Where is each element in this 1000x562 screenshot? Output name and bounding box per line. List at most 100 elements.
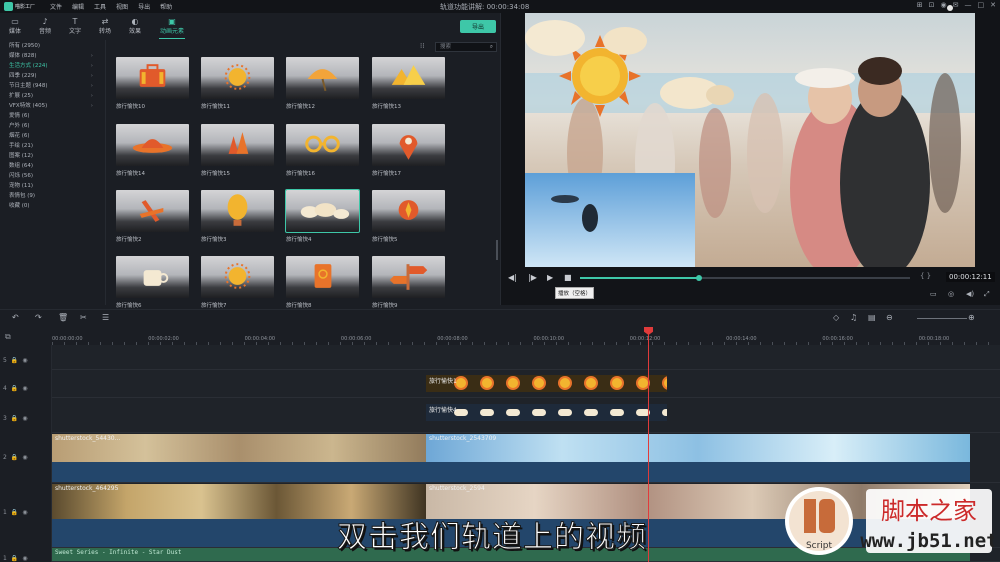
cart-icon[interactable]: ⊞ (917, 1, 923, 9)
mail-icon[interactable]: ✉ (953, 1, 959, 9)
chevron-right-icon[interactable]: › (91, 91, 93, 101)
zoom-in-icon[interactable]: ⊕ (968, 313, 975, 322)
cut-icon[interactable]: ✂ (80, 313, 87, 322)
lock-icon[interactable]: 🔒 (11, 385, 18, 392)
element-thumbnail[interactable] (286, 256, 359, 298)
chevron-right-icon[interactable]: › (91, 51, 93, 61)
track-header[interactable]: 4 🔒 ◉ (3, 385, 28, 392)
element-thumbnail[interactable] (201, 190, 274, 232)
eye-icon[interactable]: ◉ (22, 385, 27, 392)
preview-progress-bar[interactable] (580, 275, 910, 281)
pip-video[interactable] (525, 173, 695, 267)
timeline-ruler[interactable]: 00:00:00:00 00:00:02:00 00:00:04:00 00:00:0… (52, 327, 1000, 345)
category-item[interactable]: 图案 (12) (0, 151, 105, 161)
category-item[interactable]: 收藏 (0) (0, 201, 105, 211)
export-button[interactable]: 导出 (460, 20, 496, 33)
chevron-right-icon[interactable]: › (91, 101, 93, 111)
zoom-slider[interactable] (917, 318, 967, 319)
stop-icon[interactable]: ■ (564, 273, 572, 282)
element-thumbnail[interactable] (372, 190, 445, 232)
category-item[interactable]: VFX特效 (405) › (0, 101, 105, 111)
element-thumbnail[interactable] (286, 57, 359, 99)
category-item[interactable]: 手绘 (21) (0, 141, 105, 151)
track-header[interactable]: 1 🔒 ◉ (3, 555, 28, 562)
track-header[interactable]: 3 🔒 ◉ (3, 415, 28, 422)
lock-icon[interactable]: 🔒 (11, 555, 18, 562)
menu-export[interactable]: 导出 (138, 2, 150, 11)
element-thumbnail[interactable] (116, 256, 189, 298)
eye-icon[interactable]: ◉ (22, 454, 27, 461)
track-header[interactable]: 5 🔒 ◉ (3, 357, 28, 364)
play-back-icon[interactable]: |▶ (528, 273, 537, 282)
play-icon[interactable]: ▶ (547, 273, 553, 282)
volume-icon[interactable]: ◀) (966, 290, 974, 298)
zoom-out-icon[interactable]: ⊖ (886, 313, 893, 322)
close-icon[interactable]: ✕ (990, 1, 996, 9)
menu-help[interactable]: 帮助 (160, 2, 172, 11)
category-item[interactable]: 闪烁 (56) (0, 171, 105, 181)
minimize-icon[interactable]: — (965, 1, 972, 9)
marker-icon[interactable]: ◇ (833, 313, 839, 322)
category-item[interactable]: 节日主题 (948) › (0, 81, 105, 91)
category-item[interactable]: 所有 (2950) (0, 41, 105, 51)
element-thumbnail[interactable] (372, 256, 445, 298)
element-clip-2[interactable]: 旅行愉快4 (426, 404, 667, 421)
eye-icon[interactable]: ◉ (22, 509, 27, 516)
element-thumbnail[interactable] (285, 189, 360, 233)
skip-back-icon[interactable]: ◀| (508, 273, 517, 282)
track-header[interactable]: 1 🔒 ◉ (3, 509, 28, 516)
tab-audio[interactable]: ♪ 音频 (30, 17, 60, 35)
category-item[interactable]: 四季 (229) › (0, 71, 105, 81)
element-thumbnail[interactable] (116, 57, 189, 99)
mic-icon[interactable]: ♫ (850, 313, 857, 322)
preview-canvas[interactable] (525, 13, 975, 267)
tab-effects[interactable]: ◐ 效果 (120, 17, 150, 35)
element-thumbnail[interactable] (372, 57, 445, 99)
search-icon[interactable]: ⌕ (490, 43, 493, 51)
element-thumbnail[interactable] (201, 124, 274, 166)
tab-transitions[interactable]: ⇄ 转场 (90, 17, 120, 35)
category-item[interactable]: 生活方式 (224) › (0, 61, 105, 71)
element-thumbnail[interactable] (286, 124, 359, 166)
adjust-icon[interactable]: ☰ (102, 313, 109, 322)
element-thumbnail[interactable] (116, 124, 189, 166)
element-clip-1[interactable]: 旅行愉快1 (426, 375, 667, 392)
fullscreen-icon[interactable]: ⤢ (984, 290, 990, 299)
category-item[interactable]: 宠物 (11) (0, 181, 105, 191)
search-input[interactable]: 搜索 ⌕ (435, 42, 497, 52)
zoom-knob[interactable] (947, 5, 953, 11)
eye-icon[interactable]: ◉ (22, 357, 27, 364)
playhead[interactable] (648, 327, 649, 562)
lock-icon[interactable]: 🔒 (11, 454, 18, 461)
chevron-right-icon[interactable]: › (91, 61, 93, 71)
tab-elements[interactable]: ▣ 动画元素 (157, 17, 187, 39)
undo-icon[interactable]: ↶ (12, 313, 19, 322)
track-header[interactable]: 2 🔒 ◉ (3, 454, 28, 461)
eye-icon[interactable]: ◉ (22, 555, 27, 562)
progress-knob[interactable] (695, 275, 702, 281)
category-item[interactable]: 爱情 (6) (0, 111, 105, 121)
category-item[interactable]: 烟花 (6) (0, 131, 105, 141)
chevron-right-icon[interactable]: › (91, 71, 93, 81)
category-item[interactable]: 扩展 (25) › (0, 91, 105, 101)
menu-file[interactable]: 文件 (50, 2, 62, 11)
delete-icon[interactable]: 🗑 (58, 313, 68, 322)
category-item[interactable]: 媒体 (828) › (0, 51, 105, 61)
category-item[interactable]: 户外 (6) (0, 121, 105, 131)
element-thumbnail[interactable] (201, 57, 274, 99)
element-thumbnail[interactable] (116, 190, 189, 232)
grid-view-icon[interactable]: ⁞⁞ (420, 42, 424, 50)
category-item[interactable]: 数组 (64) (0, 161, 105, 171)
lock-icon[interactable]: 🔒 (11, 357, 18, 364)
element-thumbnail[interactable] (201, 256, 274, 298)
category-item[interactable]: 表情包 (9) (0, 191, 105, 201)
video-clip-2b[interactable]: shutterstock_2543709 (426, 434, 970, 462)
maximize-icon[interactable]: □ (978, 1, 985, 9)
video-clip-2a[interactable]: shutterstock_54430... (52, 434, 426, 462)
chevron-right-icon[interactable]: › (91, 81, 93, 91)
menu-tools[interactable]: 工具 (94, 2, 106, 11)
gift-icon[interactable]: ⊡ (929, 1, 935, 9)
tab-media[interactable]: ▭ 媒体 (0, 17, 30, 35)
lock-icon[interactable]: 🔒 (11, 415, 18, 422)
snapshot-icon[interactable]: ◎ (948, 290, 954, 298)
